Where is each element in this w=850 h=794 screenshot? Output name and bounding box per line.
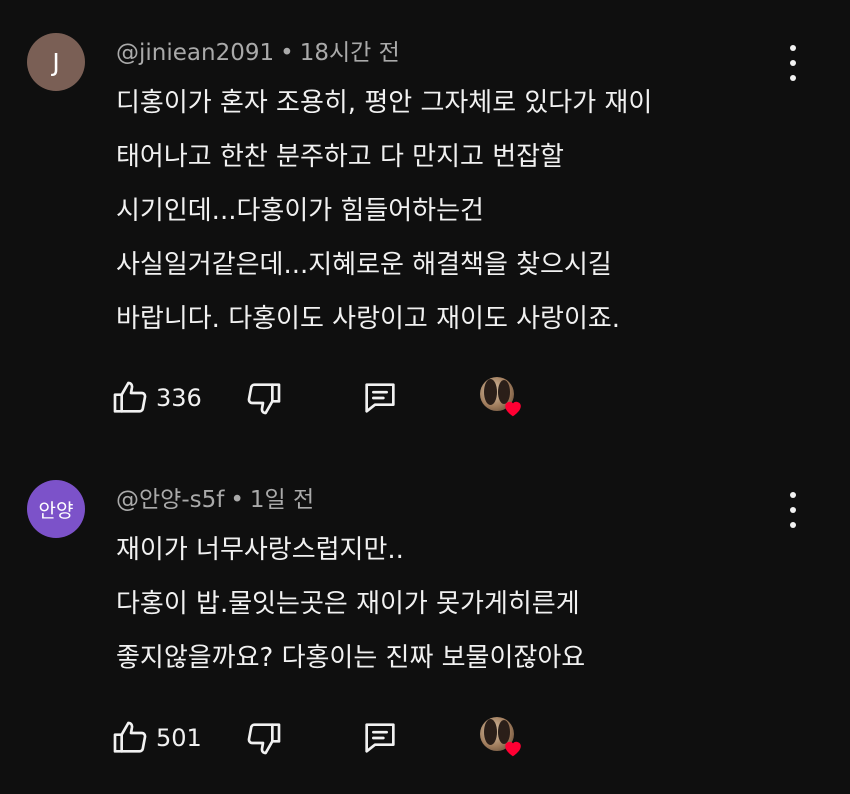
comment-time[interactable]: 18시간 전 bbox=[300, 40, 400, 66]
creator-heart-icon bbox=[505, 741, 521, 757]
avatar-letter: 안양 bbox=[38, 499, 74, 522]
avatar[interactable]: J bbox=[27, 33, 85, 91]
more-dot bbox=[790, 60, 796, 66]
thumbs-down-icon bbox=[247, 723, 281, 755]
avatar[interactable]: 안양 bbox=[27, 480, 85, 538]
dislike-button[interactable] bbox=[244, 716, 284, 760]
comment-line: 태어나고 한찬 분주하고 다 만지고 번잡할 bbox=[116, 142, 564, 172]
thumbs-up-icon bbox=[113, 381, 147, 413]
comment-text: 디홍이가 혼자 조용히, 평안 그자체로 있다가 재이 태어나고 한찬 분주하고… bbox=[116, 76, 796, 346]
reply-button[interactable] bbox=[360, 376, 400, 420]
comment-time[interactable]: 1일 전 bbox=[250, 487, 314, 513]
creator-heart-badge bbox=[480, 717, 522, 759]
reply-comment-icon bbox=[365, 723, 395, 753]
dislike-button[interactable] bbox=[244, 376, 284, 420]
more-vertical-icon bbox=[790, 492, 796, 498]
comment-meta: @안양-s5f • 1일 전 bbox=[116, 485, 314, 515]
comment-line: 바랍니다. 다홍이도 사랑이고 재이도 사랑이죠. bbox=[116, 304, 621, 334]
meta-separator: • bbox=[230, 487, 244, 513]
avatar-letter: J bbox=[52, 47, 60, 77]
more-vertical-icon bbox=[790, 45, 796, 51]
more-dot bbox=[790, 507, 796, 513]
like-button[interactable]: 501 bbox=[110, 716, 202, 760]
comment-line: 좋지않을까요? 다홍이는 진짜 보물이잖아요 bbox=[116, 643, 586, 673]
comment-line: 시기인데...다홍이가 힘들어하는건 bbox=[116, 196, 484, 226]
reply-button[interactable] bbox=[360, 716, 400, 760]
like-count: 501 bbox=[156, 724, 202, 752]
meta-separator: • bbox=[280, 40, 294, 66]
comment-line: 재이가 너무사랑스럽지만.. bbox=[116, 535, 404, 565]
comment-line: 다홍이 밥.물잇는곳은 재이가 못가게히른게 bbox=[116, 589, 580, 619]
reply-comment-icon bbox=[365, 383, 395, 413]
comment-line: 디홍이가 혼자 조용히, 평안 그자체로 있다가 재이 bbox=[116, 88, 653, 118]
comment-actions: 501 bbox=[110, 716, 560, 760]
thumbs-down-icon bbox=[247, 383, 281, 415]
comment-actions: 336 bbox=[110, 376, 560, 420]
comment-line: 사실일거같은데...지혜로운 해결책을 찾으시길 bbox=[116, 250, 612, 280]
like-count: 336 bbox=[156, 384, 202, 412]
like-button[interactable]: 336 bbox=[110, 376, 202, 420]
comment-text: 재이가 너무사랑스럽지만.. 다홍이 밥.물잇는곳은 재이가 못가게히른게 좋지… bbox=[116, 523, 796, 685]
comment-meta: @jiniean2091 • 18시간 전 bbox=[116, 38, 400, 68]
comment-author[interactable]: @jiniean2091 bbox=[116, 40, 274, 66]
creator-heart-icon bbox=[505, 401, 521, 417]
thumbs-up-icon bbox=[113, 721, 147, 753]
comment-author[interactable]: @안양-s5f bbox=[116, 487, 224, 513]
creator-heart-badge bbox=[480, 377, 522, 419]
